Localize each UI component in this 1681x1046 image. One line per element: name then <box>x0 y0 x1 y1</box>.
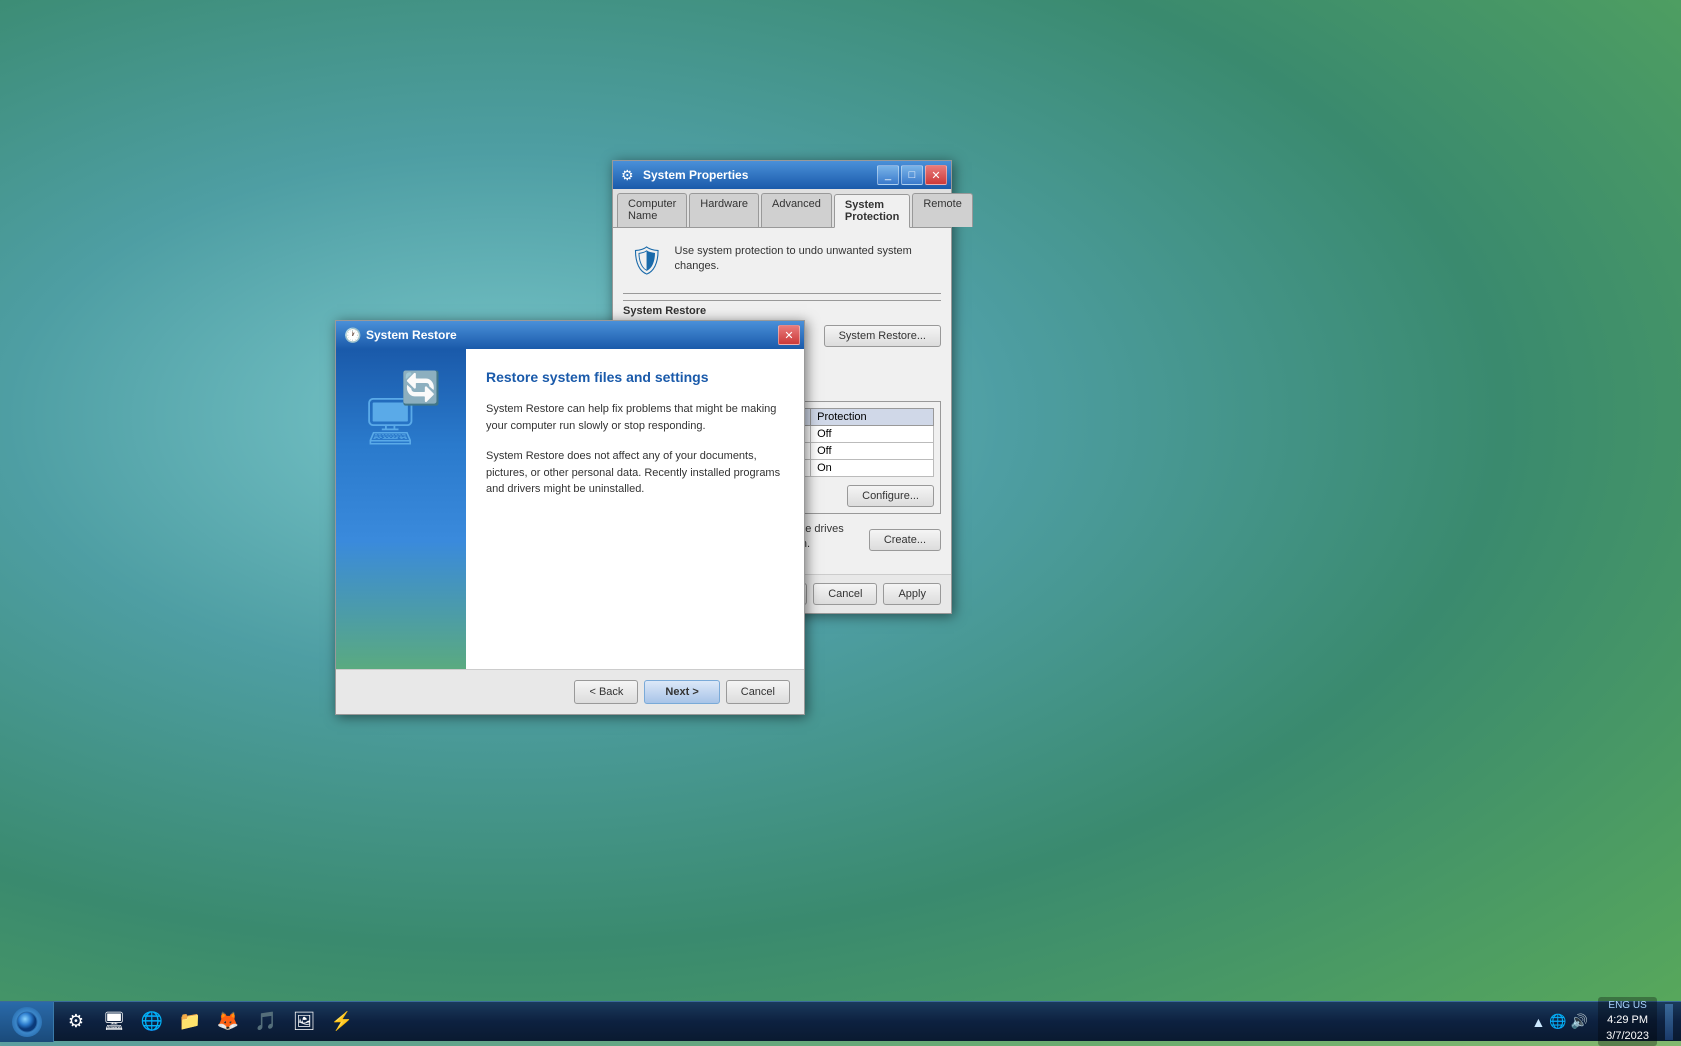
tab-bar: Computer Name Hardware Advanced System P… <box>613 189 951 228</box>
close-button[interactable]: ✕ <box>925 165 947 185</box>
system-protection-header-icon: 🛡 <box>629 244 665 277</box>
clock-time: 4:29 PM <box>1606 1013 1649 1028</box>
restore-page-title: Restore system files and settings <box>486 369 784 385</box>
clock-date: 3/7/2023 <box>1606 1029 1649 1044</box>
taskbar-right-area: ▲ 🌐 🔊 ENG US 4:29 PM 3/7/2023 <box>1517 1002 1681 1041</box>
systray-volume[interactable]: 🔊 <box>1571 1013 1588 1030</box>
restore-paragraph-2: System Restore does not affect any of yo… <box>486 448 784 498</box>
create-button[interactable]: Create... <box>869 529 941 551</box>
protection-1: Off <box>811 425 934 442</box>
show-desktop-button[interactable] <box>1665 1004 1673 1040</box>
system-tray: ▲ 🌐 🔊 <box>1525 1013 1594 1030</box>
section-divider-1 <box>623 293 941 294</box>
restore-close-button[interactable]: ✕ <box>778 325 800 345</box>
restore-body: 🖥 🔄 Restore system files and settings Sy… <box>336 349 804 669</box>
tab-system-protection[interactable]: System Protection <box>834 194 910 228</box>
cancel-button-props[interactable]: Cancel <box>813 583 877 605</box>
protection-2: Off <box>811 442 934 459</box>
taskbar-icon-settings[interactable]: ⚙ <box>58 1004 94 1040</box>
minimize-button[interactable]: _ <box>877 165 899 185</box>
taskbar-icon-image[interactable]: 🖼 <box>286 1004 322 1040</box>
back-button[interactable]: < Back <box>574 680 638 704</box>
restore-paragraph-1: System Restore can help fix problems tha… <box>486 401 784 434</box>
tab-advanced[interactable]: Advanced <box>761 193 832 227</box>
window-controls: _ □ ✕ <box>877 165 947 185</box>
cancel-button-restore[interactable]: Cancel <box>726 680 790 704</box>
restore-footer: < Back Next > Cancel <box>336 669 804 714</box>
desktop: ⚙ System Properties _ □ ✕ Computer Name … <box>0 0 1681 1041</box>
systray-network[interactable]: 🌐 <box>1549 1013 1566 1030</box>
taskbar-icon-app[interactable]: ⚡ <box>324 1004 360 1040</box>
restore-window-controls: ✕ <box>778 325 800 345</box>
tab-hardware[interactable]: Hardware <box>689 193 759 227</box>
protection-3: On <box>811 459 934 476</box>
taskbar-pinned-icons: ⚙ 🖥 🌐 📁 🦊 🎵 🖼 ⚡ <box>54 1002 364 1041</box>
taskbar-icon-explorer[interactable]: 📁 <box>172 1004 208 1040</box>
system-restore-titlebar[interactable]: 🕐 System Restore ✕ <box>336 321 804 349</box>
taskbar-icon-computer[interactable]: 🖥 <box>96 1004 132 1040</box>
restore-icon-container: 🖥 🔄 <box>361 369 441 449</box>
system-properties-icon: ⚙ <box>621 167 637 183</box>
tab-computer-name[interactable]: Computer Name <box>617 193 687 227</box>
col-protection: Protection <box>811 408 934 425</box>
clock-restore-icon: 🔄 <box>401 369 441 407</box>
system-restore-label: System Restore <box>623 300 941 317</box>
system-properties-title: System Properties <box>643 168 877 182</box>
taskbar-icon-media[interactable]: 🎵 <box>248 1004 284 1040</box>
taskbar-clock[interactable]: ENG US 4:29 PM 3/7/2023 <box>1598 997 1657 1046</box>
systray-chevron[interactable]: ▲ <box>1531 1014 1545 1030</box>
configure-button[interactable]: Configure... <box>847 485 934 507</box>
system-restore-icon: 🕐 <box>344 327 360 343</box>
windows-orb <box>12 1007 42 1037</box>
system-protection-header: 🛡 Use system protection to undo unwanted… <box>623 238 941 283</box>
taskbar-icon-browser[interactable]: 🌐 <box>134 1004 170 1040</box>
next-button[interactable]: Next > <box>644 680 719 704</box>
system-properties-titlebar[interactable]: ⚙ System Properties _ □ ✕ <box>613 161 951 189</box>
system-restore-title: System Restore <box>366 328 778 342</box>
apply-button[interactable]: Apply <box>883 583 941 605</box>
system-restore-button[interactable]: System Restore... <box>824 325 941 347</box>
clock-language: ENG US <box>1606 999 1649 1013</box>
restore-left-panel: 🖥 🔄 <box>336 349 466 669</box>
taskbar: ⚙ 🖥 🌐 📁 🦊 🎵 🖼 ⚡ ▲ 🌐 🔊 ENG US 4:29 PM 3/7… <box>0 1001 1681 1041</box>
start-button[interactable] <box>0 1002 54 1042</box>
tab-remote[interactable]: Remote <box>912 193 973 227</box>
maximize-button[interactable]: □ <box>901 165 923 185</box>
system-protection-header-text: Use system protection to undo unwanted s… <box>675 244 935 275</box>
restore-right-panel: Restore system files and settings System… <box>466 349 804 669</box>
system-restore-dialog: 🕐 System Restore ✕ 🖥 🔄 Restore system fi… <box>335 320 805 715</box>
taskbar-icon-firefox[interactable]: 🦊 <box>210 1004 246 1040</box>
